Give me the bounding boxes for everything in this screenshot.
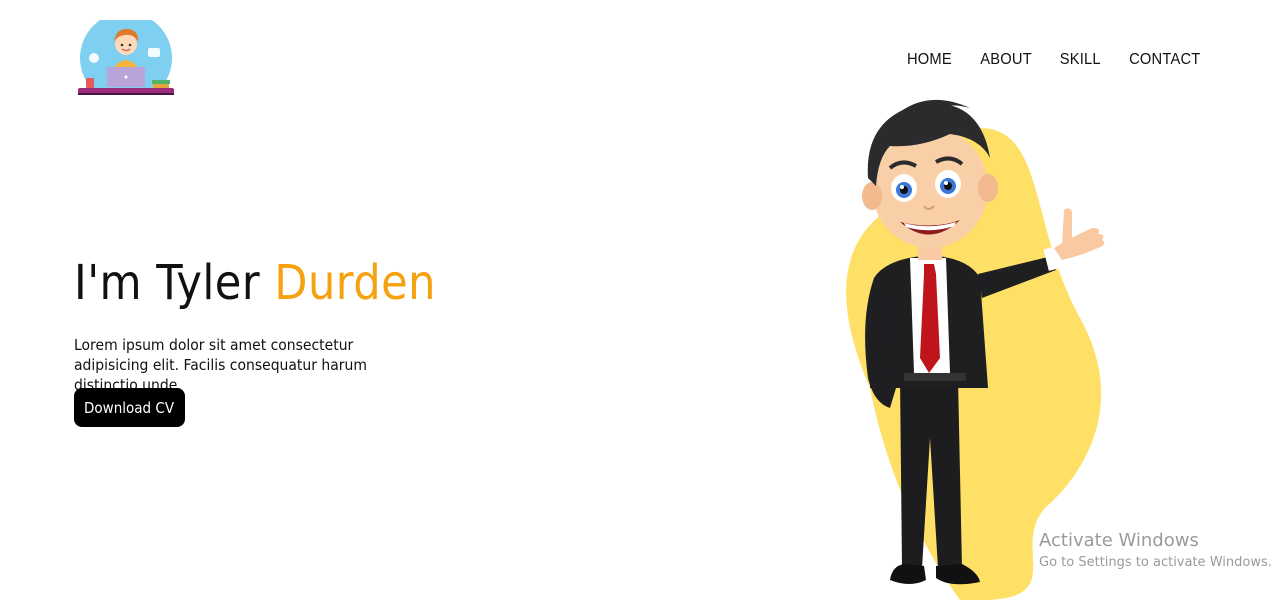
nav-home-link[interactable]: HOME xyxy=(907,50,952,70)
hero-illustration xyxy=(830,88,1130,600)
hero-title: I'm Tyler Durden xyxy=(74,253,436,313)
nav-contact-link[interactable]: CONTACT xyxy=(1130,50,1201,70)
portfolio-page: HOME ABOUT SKILL CONTACT I'm Tyler Durde… xyxy=(0,0,1272,600)
nav-about-link[interactable]: ABOUT xyxy=(980,50,1032,70)
hero-title-highlight: Durden xyxy=(274,255,436,311)
developer-at-laptop-logo-icon xyxy=(78,20,174,95)
nav-skill-link[interactable]: SKILL xyxy=(1060,50,1101,70)
download-cv-button[interactable]: Download CV xyxy=(74,388,185,427)
businessman-cartoon-waving-icon xyxy=(846,99,1105,600)
download-cv-label: Download CV xyxy=(84,398,175,417)
hero-description: Lorem ipsum dolor sit amet consectetur a… xyxy=(74,336,367,394)
hero-title-prefix: I'm Tyler xyxy=(74,255,275,311)
site-logo[interactable] xyxy=(76,20,176,100)
main-nav: HOME ABOUT SKILL CONTACT xyxy=(905,50,1204,70)
